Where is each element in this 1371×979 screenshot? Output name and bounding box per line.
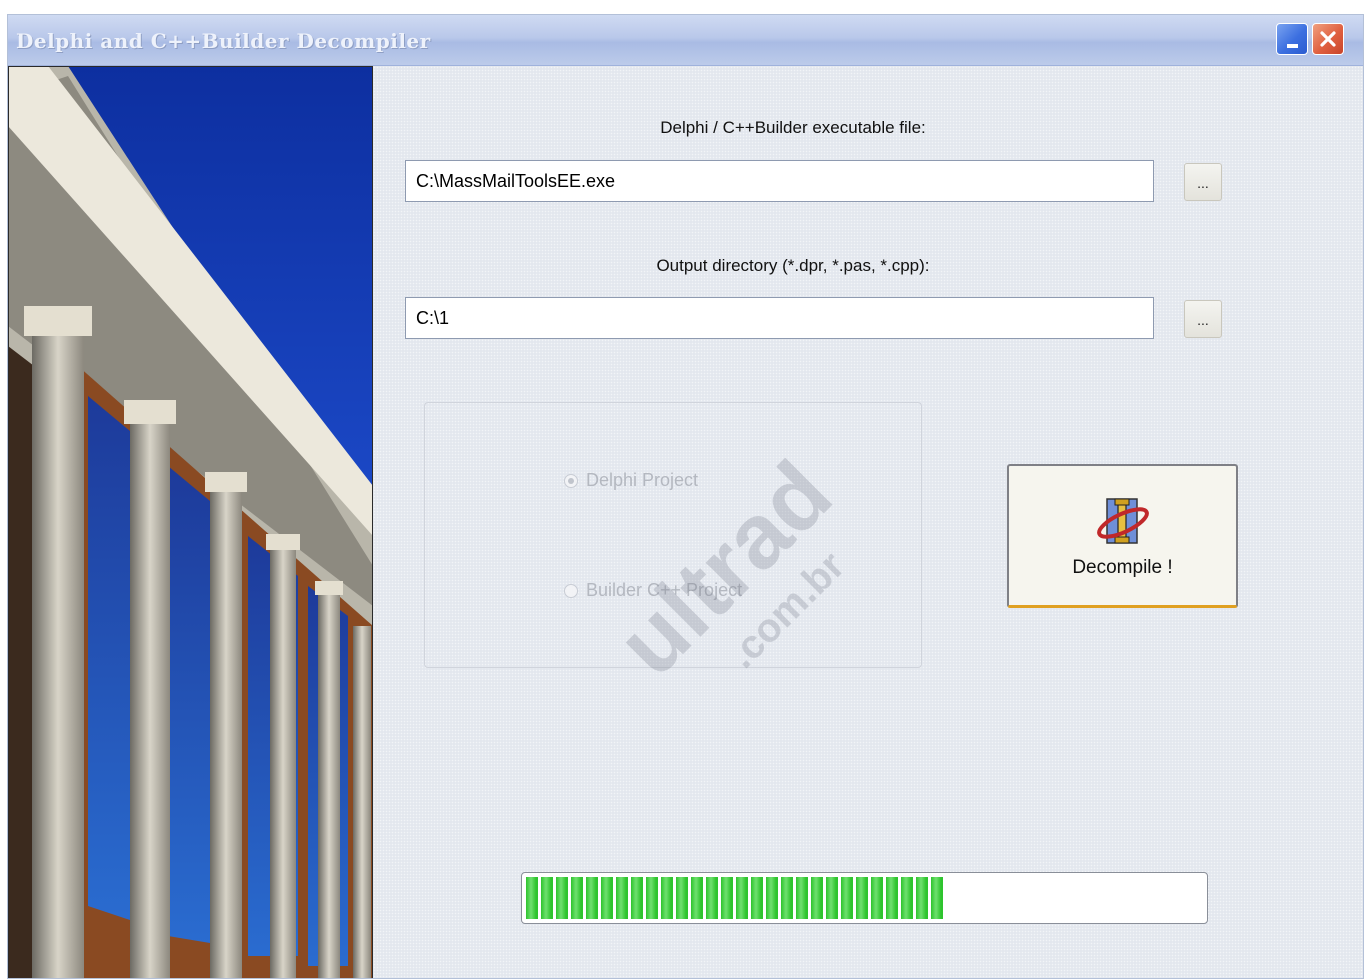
- delphi-project-radio[interactable]: Delphi Project: [564, 470, 698, 491]
- minimize-button[interactable]: [1276, 23, 1308, 55]
- radio-unchecked-icon: [564, 583, 578, 598]
- decompile-button[interactable]: Decompile !: [1007, 464, 1238, 608]
- close-icon: [1320, 31, 1336, 47]
- progress-bar: [521, 872, 1208, 924]
- decompile-label: Decompile !: [1072, 556, 1173, 578]
- minimize-icon: [1286, 44, 1298, 48]
- close-button[interactable]: [1312, 23, 1344, 55]
- client-area: Delphi / C++Builder executable file: ...…: [373, 66, 1363, 978]
- title-bar[interactable]: Delphi and C++Builder Decompiler: [8, 15, 1363, 66]
- delphi-project-label: Delphi Project: [586, 470, 699, 490]
- builder-project-label: Builder C++ Project: [586, 580, 743, 600]
- radio-checked-icon: [564, 473, 578, 488]
- decompiler-window: Delphi and C++Builder Decompiler Delphi …: [7, 14, 1364, 979]
- builder-project-radio[interactable]: Builder C++ Project: [564, 580, 742, 601]
- project-type-group: Delphi Project Builder C++ Project: [424, 402, 922, 668]
- window-title: Delphi and C++Builder Decompiler: [16, 29, 431, 53]
- output-dir-label: Output directory (*.dpr, *.pas, *.cpp):: [656, 256, 930, 275]
- exe-file-label: Delphi / C++Builder executable file:: [660, 118, 926, 137]
- building-photo: [8, 66, 373, 978]
- decompile-icon: [1096, 497, 1149, 544]
- browse-exe-button[interactable]: ...: [1184, 163, 1222, 201]
- output-dir-input[interactable]: [405, 297, 1154, 339]
- progress-fill: [526, 877, 946, 919]
- browse-output-button[interactable]: ...: [1184, 300, 1222, 338]
- exe-path-input[interactable]: [405, 160, 1154, 202]
